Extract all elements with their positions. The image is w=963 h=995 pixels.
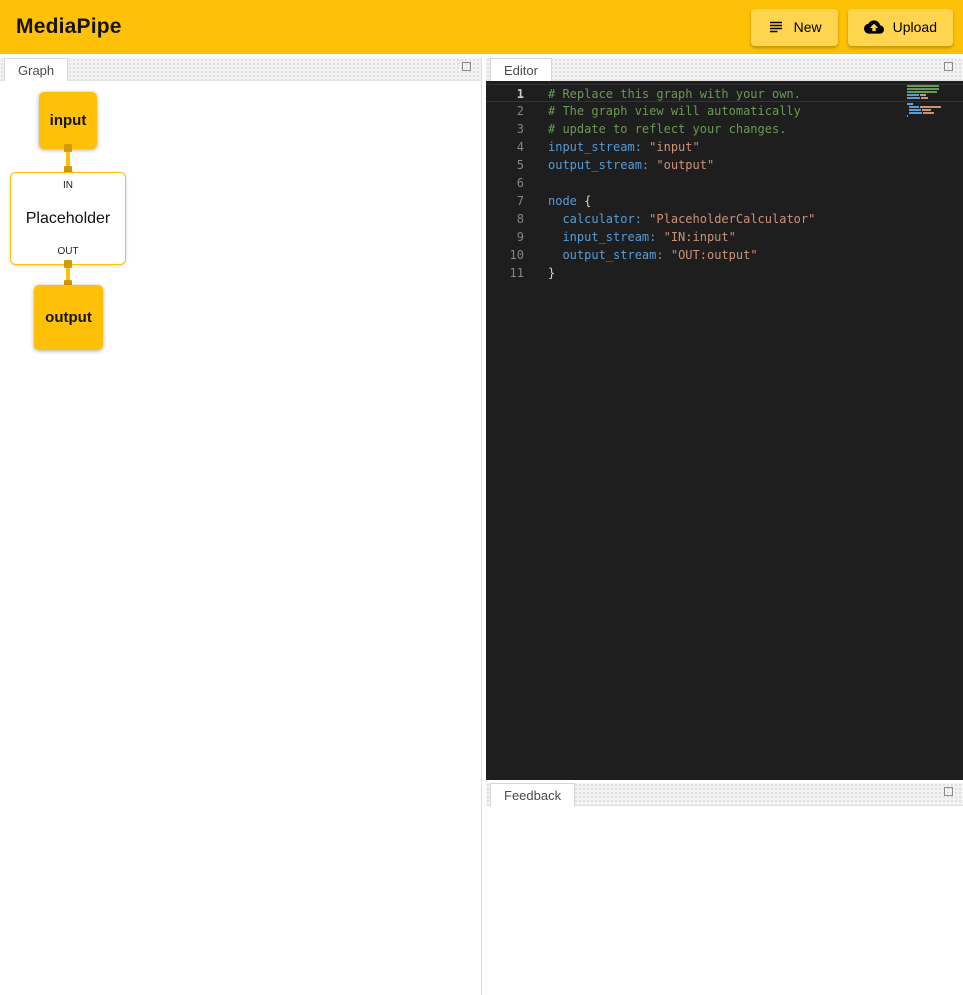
graph-node-input[interactable]: input bbox=[39, 92, 97, 149]
code-line[interactable]: 10 output_stream: "OUT:output" bbox=[486, 246, 963, 264]
new-button-label: New bbox=[794, 19, 822, 35]
input-node-label: input bbox=[50, 112, 87, 129]
code-line[interactable]: 4 input_stream: "input" bbox=[486, 138, 963, 156]
upload-button[interactable]: Upload bbox=[848, 9, 953, 46]
code-line[interactable]: 7 node { bbox=[486, 192, 963, 210]
graph-maximize-icon[interactable] bbox=[462, 62, 471, 71]
upload-button-label: Upload bbox=[893, 19, 937, 35]
code-text: node { bbox=[548, 192, 591, 210]
code-text: # Replace this graph with your own. bbox=[548, 85, 801, 101]
minimap-row bbox=[907, 115, 947, 118]
line-number: 1 bbox=[486, 85, 524, 101]
code-line[interactable]: 5 output_stream: "output" bbox=[486, 156, 963, 174]
tab-editor[interactable]: Editor bbox=[490, 58, 552, 81]
line-number: 3 bbox=[486, 120, 524, 138]
graph-node-output[interactable]: output bbox=[34, 285, 103, 350]
code-text: # update to reflect your changes. bbox=[548, 120, 786, 138]
code-line[interactable]: 11} bbox=[486, 264, 963, 282]
placeholder-out-port: OUT bbox=[57, 246, 78, 257]
code-text: output_stream: "OUT:output" bbox=[548, 246, 758, 264]
line-number: 4 bbox=[486, 138, 524, 156]
tab-feedback[interactable]: Feedback bbox=[490, 783, 575, 806]
editor-content: 1 # Replace this graph with your own. 2 # T… bbox=[486, 81, 963, 780]
mediapipe-visualizer: { "app": { "title": "MediaPipe" }, "tool… bbox=[0, 0, 963, 995]
edge-cap bbox=[64, 260, 72, 268]
editor-minimap[interactable] bbox=[907, 85, 947, 118]
editor-panel-strip: Editor bbox=[486, 58, 963, 81]
code-line[interactable]: 1 # Replace this graph with your own. bbox=[486, 84, 963, 102]
editor-maximize-icon[interactable] bbox=[944, 62, 953, 71]
header-buttons: New Upload bbox=[751, 9, 953, 46]
line-number: 7 bbox=[486, 192, 524, 210]
code-text: input_stream: "IN:input" bbox=[548, 228, 736, 246]
feedback-maximize-icon[interactable] bbox=[944, 787, 953, 796]
feedback-content bbox=[486, 806, 963, 995]
editor-tab-label: Editor bbox=[504, 63, 538, 78]
line-number: 5 bbox=[486, 156, 524, 174]
cloud-upload-icon bbox=[864, 17, 884, 37]
edge-cap bbox=[64, 144, 72, 152]
line-number: 11 bbox=[486, 264, 524, 282]
graph-panel: Graph input IN Placeholder OUT output bbox=[0, 58, 482, 995]
code-text: # The graph view will automatically bbox=[548, 102, 801, 120]
graph-tab-label: Graph bbox=[18, 63, 54, 78]
code-line[interactable]: 3 # update to reflect your changes. bbox=[486, 120, 963, 138]
new-button[interactable]: New bbox=[751, 9, 838, 46]
new-graph-icon bbox=[767, 18, 785, 36]
code-line[interactable]: 2 # The graph view will automatically bbox=[486, 102, 963, 120]
code-text: input_stream: "input" bbox=[548, 138, 700, 156]
feedback-panel: Feedback bbox=[486, 783, 963, 995]
graph-node-placeholder[interactable]: IN Placeholder OUT bbox=[10, 172, 126, 265]
code-line[interactable]: 9 input_stream: "IN:input" bbox=[486, 228, 963, 246]
graph-canvas[interactable]: input IN Placeholder OUT output bbox=[0, 81, 481, 995]
app-header: MediaPipe New Upload bbox=[0, 0, 963, 54]
code-text: calculator: "PlaceholderCalculator" bbox=[548, 210, 815, 228]
line-number: 6 bbox=[486, 174, 524, 192]
code-editor[interactable]: 1 # Replace this graph with your own. 2 # T… bbox=[486, 81, 963, 780]
code-text: output_stream: "output" bbox=[548, 156, 714, 174]
tab-graph[interactable]: Graph bbox=[4, 58, 68, 81]
code-text: } bbox=[548, 264, 555, 282]
app-title: MediaPipe bbox=[16, 15, 122, 39]
placeholder-in-port: IN bbox=[63, 180, 73, 191]
code-line[interactable]: 6 bbox=[486, 174, 963, 192]
placeholder-node-label: Placeholder bbox=[26, 210, 111, 228]
feedback-tab-label: Feedback bbox=[504, 788, 561, 803]
feedback-panel-strip: Feedback bbox=[486, 783, 963, 806]
line-number: 8 bbox=[486, 210, 524, 228]
output-node-label: output bbox=[45, 309, 92, 326]
graph-panel-strip: Graph bbox=[0, 58, 481, 81]
line-number: 10 bbox=[486, 246, 524, 264]
code-line[interactable]: 8 calculator: "PlaceholderCalculator" bbox=[486, 210, 963, 228]
line-number: 9 bbox=[486, 228, 524, 246]
line-number: 2 bbox=[486, 102, 524, 120]
editor-panel: Editor 1 # Replace this graph with your o… bbox=[486, 58, 963, 780]
